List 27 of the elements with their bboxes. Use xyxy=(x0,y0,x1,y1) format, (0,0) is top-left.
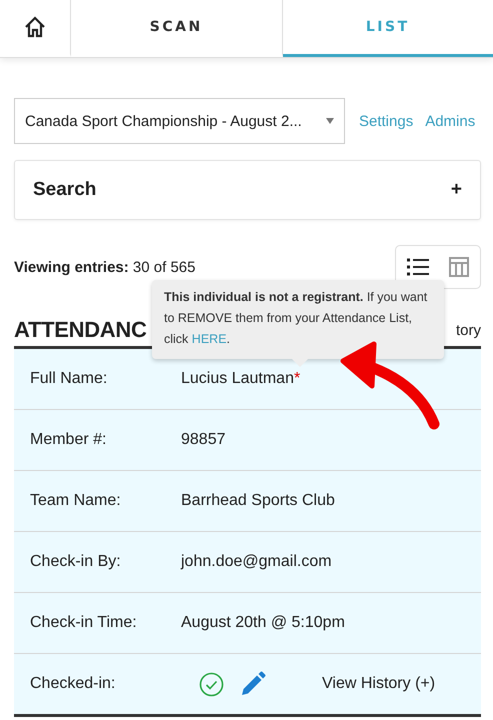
pencil-icon[interactable] xyxy=(240,671,266,697)
home-icon xyxy=(23,15,47,39)
field-label: Team Name: xyxy=(30,492,122,510)
tab[interactable]: SCAN xyxy=(71,0,282,57)
field-value: Barrhead Sports Club xyxy=(181,492,335,510)
tooltip-text: This individual is not a registrant. If you want to REMOVE them from your Attendance List, click HERE. xyxy=(164,289,428,348)
view-history-link[interactable]: View History (+) xyxy=(322,675,436,693)
field-label: Check-in By: xyxy=(30,553,122,571)
field-label: Full Name: xyxy=(30,370,108,388)
field-label: Member #: xyxy=(30,431,108,449)
list-view-icon[interactable] xyxy=(407,257,429,277)
table-view-icon[interactable] xyxy=(449,257,469,277)
field-label: Check-in Time: xyxy=(30,614,138,632)
dropdown-caret-icon xyxy=(326,118,334,124)
field-value: 98857 xyxy=(181,431,226,449)
section-heading: ATTENDANC xyxy=(14,317,147,343)
field-value: john.doe@gmail.com xyxy=(181,553,332,571)
field-label: Checked-in: xyxy=(30,675,116,693)
entries-count: Viewing entries: 30 of 565 xyxy=(14,258,196,276)
history-link[interactable]: tory xyxy=(456,322,481,343)
event-select[interactable]: Canada Sport Championship - August 2... xyxy=(14,98,345,144)
home-tab[interactable] xyxy=(0,0,71,57)
field-value: August 20th @ 5:10pm xyxy=(181,614,345,632)
field-value: Lucius Lautman* xyxy=(181,370,300,388)
search-panel[interactable]: Search + xyxy=(14,160,481,220)
search-title: Search xyxy=(33,179,96,201)
expand-toggle[interactable]: + xyxy=(450,179,462,201)
